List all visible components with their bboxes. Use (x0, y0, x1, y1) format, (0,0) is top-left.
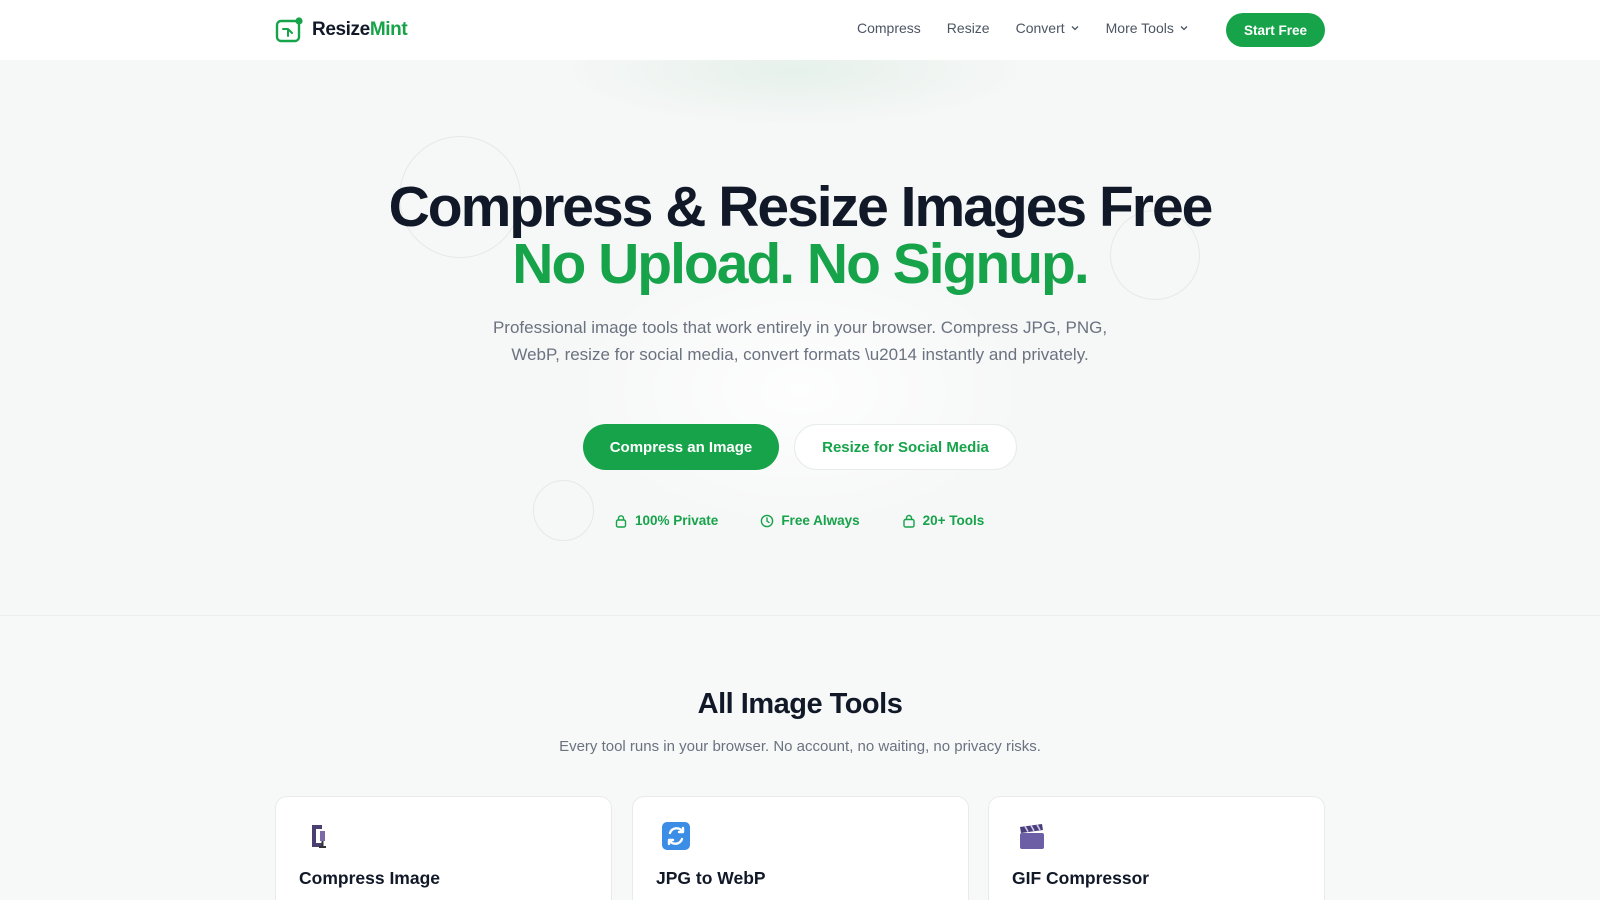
tool-card-title: JPG to WebP (656, 868, 766, 888)
badge-private: 100% Private (614, 513, 718, 528)
nav-link-more-tools[interactable]: More Tools (1106, 20, 1189, 36)
refresh-icon (662, 822, 690, 850)
badge-free: Free Always (760, 513, 860, 528)
decorative-circle (533, 480, 594, 541)
logo[interactable]: ResizeMint (275, 16, 408, 44)
resize-social-media-button[interactable]: Resize for Social Media (794, 424, 1017, 470)
nav-link-label: Resize (946, 20, 990, 36)
start-free-button[interactable]: Start Free (1226, 13, 1325, 47)
lock-icon (615, 514, 627, 528)
hero-subtitle: Professional image tools that work entir… (492, 318, 1108, 364)
bag-icon (902, 514, 915, 528)
hero-title: Compress & Resize Images Free (388, 175, 1214, 239)
nav-link-convert[interactable]: Convert (1016, 20, 1080, 36)
tools-section-subtitle: Every tool runs in your browser. No acco… (559, 738, 1041, 755)
logo-text-dark: Resize (312, 19, 370, 40)
logo-text: ResizeMint (312, 19, 408, 41)
hero-title-green: No Upload. No Signup. (512, 232, 1089, 296)
compress-image-button[interactable]: Compress an Image (583, 424, 779, 470)
nav-link-resize[interactable]: Resize (947, 20, 990, 36)
badge-label: 100% Private (635, 513, 719, 528)
tool-card-gif-compressor[interactable]: GIF Compressor (988, 796, 1325, 900)
nav-link-label: Compress (857, 20, 921, 36)
nav-link-label: Convert (1015, 20, 1065, 36)
hero-section: Compress & Resize Images Free No Upload.… (0, 60, 1600, 616)
nav-link-label: More Tools (1105, 20, 1174, 36)
tool-card-title: GIF Compressor (1012, 868, 1150, 888)
top-nav: ResizeMint Compress Resize Convert More … (0, 0, 1600, 60)
badge-label: Free Always (781, 513, 860, 528)
badge-tools: 20+ Tools (902, 513, 985, 528)
clapper-icon (1020, 824, 1044, 849)
clamp-icon (312, 825, 326, 848)
tool-card-title: Compress Image (299, 868, 441, 888)
tool-card-jpg-to-webp[interactable]: JPG to WebP (632, 796, 969, 900)
logo-icon (275, 17, 303, 43)
chevron-down-icon (1071, 26, 1079, 31)
chevron-down-icon (1180, 26, 1188, 31)
tool-card-compress-image[interactable]: Compress Image (275, 796, 612, 900)
logo-text-green: Mint (369, 19, 408, 40)
badge-label: 20+ Tools (922, 513, 985, 528)
nav-link-compress[interactable]: Compress (857, 20, 921, 36)
nav-links: Compress Resize Convert More Tools (857, 20, 1215, 36)
clock-icon (761, 514, 774, 527)
feature-badges: 100% Private Free Always 20+ Tools (614, 513, 1026, 528)
tools-section-title: All Image Tools (697, 688, 903, 720)
